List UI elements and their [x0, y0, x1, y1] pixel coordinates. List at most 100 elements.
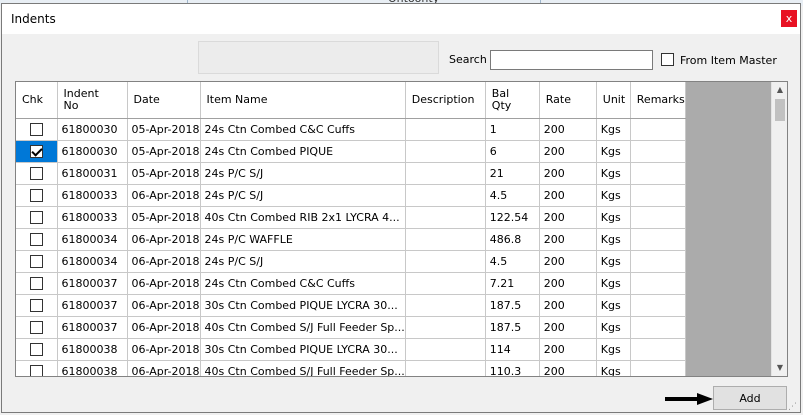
cell-item-name[interactable]: 24s P/C S/J	[200, 184, 406, 207]
cell-chk[interactable]	[16, 228, 58, 251]
cell-remarks[interactable]	[630, 360, 686, 376]
cell-item-name[interactable]: 40s Ctn Combed S/J Full Feeder Sp...	[200, 316, 406, 339]
cell-unit[interactable]: Kgs	[596, 360, 631, 376]
cell-description[interactable]	[405, 360, 486, 376]
cell-chk[interactable]	[16, 338, 58, 361]
cell-date[interactable]: 06-Apr-2018	[127, 272, 201, 295]
add-button[interactable]: Add	[713, 386, 787, 410]
cell-date[interactable]: 06-Apr-2018	[127, 228, 201, 251]
cell-description[interactable]	[405, 272, 486, 295]
cell-remarks[interactable]	[630, 140, 686, 163]
cell-indent-no[interactable]: 61800038	[57, 360, 128, 376]
cell-chk[interactable]	[16, 184, 58, 207]
close-button[interactable]: x	[781, 10, 797, 27]
row-checkbox[interactable]	[29, 211, 43, 225]
column-header-unit[interactable]: Unit	[596, 82, 631, 119]
cell-indent-no[interactable]: 61800037	[57, 272, 128, 295]
cell-bal-qty[interactable]: 486.8	[485, 228, 540, 251]
cell-bal-qty[interactable]: 187.5	[485, 316, 540, 339]
cell-item-name[interactable]: 30s Ctn Combed PIQUE LYCRA 30...	[200, 338, 406, 361]
cell-bal-qty[interactable]: 21	[485, 162, 540, 185]
cell-description[interactable]	[405, 140, 486, 163]
cell-description[interactable]	[405, 338, 486, 361]
cell-unit[interactable]: Kgs	[596, 228, 631, 251]
cell-indent-no[interactable]: 61800037	[57, 294, 128, 317]
scroll-down-icon[interactable]: ▼	[772, 360, 787, 376]
cell-chk[interactable]	[16, 316, 58, 339]
cell-unit[interactable]: Kgs	[596, 338, 631, 361]
cell-bal-qty[interactable]: 1	[485, 118, 540, 141]
cell-chk[interactable]	[16, 140, 58, 163]
cell-rate[interactable]: 200	[539, 162, 597, 185]
table-row[interactable]: 61800030 05-Apr-2018 24s Ctn Combed C&C Cu…	[16, 118, 686, 141]
vertical-scrollbar[interactable]: ▲ ▼	[771, 82, 787, 376]
cell-rate[interactable]: 200	[539, 140, 597, 163]
cell-indent-no[interactable]: 61800031	[57, 162, 128, 185]
cell-chk[interactable]	[16, 360, 58, 376]
cell-remarks[interactable]	[630, 206, 686, 229]
column-header-item-name[interactable]: Item Name	[200, 82, 406, 119]
row-checkbox[interactable]	[29, 145, 43, 159]
row-checkbox[interactable]	[29, 233, 43, 247]
cell-unit[interactable]: Kgs	[596, 184, 631, 207]
row-checkbox[interactable]	[29, 277, 43, 291]
cell-rate[interactable]: 200	[539, 184, 597, 207]
cell-unit[interactable]: Kgs	[596, 294, 631, 317]
cell-date[interactable]: 06-Apr-2018	[127, 360, 201, 376]
cell-chk[interactable]	[16, 118, 58, 141]
table-row[interactable]: 61800037 06-Apr-2018 24s Ctn Combed C&C Cu…	[16, 272, 686, 295]
cell-indent-no[interactable]: 61800034	[57, 228, 128, 251]
row-checkbox[interactable]	[29, 299, 43, 313]
cell-bal-qty[interactable]: 7.21	[485, 272, 540, 295]
cell-date[interactable]: 05-Apr-2018	[127, 206, 201, 229]
cell-bal-qty[interactable]: 6	[485, 140, 540, 163]
cell-bal-qty[interactable]: 4.5	[485, 184, 540, 207]
table-row[interactable]: 61800038 06-Apr-2018 30s Ctn Combed PIQUE …	[16, 338, 686, 361]
cell-bal-qty[interactable]: 187.5	[485, 294, 540, 317]
cell-remarks[interactable]	[630, 184, 686, 207]
cell-chk[interactable]	[16, 162, 58, 185]
cell-item-name[interactable]: 24s P/C WAFFLE	[200, 228, 406, 251]
cell-description[interactable]	[405, 118, 486, 141]
cell-unit[interactable]: Kgs	[596, 316, 631, 339]
cell-description[interactable]	[405, 228, 486, 251]
cell-rate[interactable]: 200	[539, 316, 597, 339]
cell-unit[interactable]: Kgs	[596, 118, 631, 141]
cell-indent-no[interactable]: 61800033	[57, 184, 128, 207]
cell-item-name[interactable]: 24s P/C S/J	[200, 250, 406, 273]
indents-grid[interactable]: Chk Indent No Date Item Name Description…	[15, 81, 788, 377]
cell-indent-no[interactable]: 61800030	[57, 118, 128, 141]
cell-item-name[interactable]: 40s Ctn Combed RIB 2x1 LYCRA 4...	[200, 206, 406, 229]
table-row[interactable]: 61800031 05-Apr-2018 24s P/C S/J 21 200 Kgs	[16, 162, 686, 185]
resize-grip-icon[interactable]: ⋰	[788, 402, 797, 412]
table-row[interactable]: 61800038 06-Apr-2018 40s Ctn Combed S/J Fu…	[16, 360, 686, 376]
row-checkbox[interactable]	[29, 167, 43, 181]
cell-description[interactable]	[405, 294, 486, 317]
table-row[interactable]: 61800037 06-Apr-2018 30s Ctn Combed PIQUE …	[16, 294, 686, 317]
row-checkbox[interactable]	[29, 343, 43, 357]
cell-item-name[interactable]: 24s Ctn Combed PIQUE	[200, 140, 406, 163]
column-header-rate[interactable]: Rate	[539, 82, 597, 119]
cell-unit[interactable]: Kgs	[596, 206, 631, 229]
cell-unit[interactable]: Kgs	[596, 162, 631, 185]
scroll-up-icon[interactable]: ▲	[772, 82, 787, 98]
cell-chk[interactable]	[16, 206, 58, 229]
cell-unit[interactable]: Kgs	[596, 140, 631, 163]
cell-rate[interactable]: 200	[539, 228, 597, 251]
table-row[interactable]: 61800030 05-Apr-2018 24s Ctn Combed PIQUE 6…	[16, 140, 686, 163]
cell-rate[interactable]: 200	[539, 272, 597, 295]
cell-date[interactable]: 05-Apr-2018	[127, 140, 201, 163]
table-row[interactable]: 61800037 06-Apr-2018 40s Ctn Combed S/J Fu…	[16, 316, 686, 339]
column-header-remarks[interactable]: Remarks	[630, 82, 686, 119]
column-header-description[interactable]: Description	[405, 82, 486, 119]
cell-description[interactable]	[405, 206, 486, 229]
cell-item-name[interactable]: 24s Ctn Combed C&C Cuffs	[200, 272, 406, 295]
cell-rate[interactable]: 200	[539, 250, 597, 273]
cell-bal-qty[interactable]: 122.54	[485, 206, 540, 229]
cell-rate[interactable]: 200	[539, 118, 597, 141]
cell-date[interactable]: 05-Apr-2018	[127, 162, 201, 185]
cell-description[interactable]	[405, 184, 486, 207]
cell-bal-qty[interactable]: 110.3	[485, 360, 540, 376]
cell-item-name[interactable]: 40s Ctn Combed S/J Full Feeder Sp...	[200, 360, 406, 376]
table-row[interactable]: 61800033 06-Apr-2018 24s P/C S/J 4.5 200 Kgs	[16, 184, 686, 207]
